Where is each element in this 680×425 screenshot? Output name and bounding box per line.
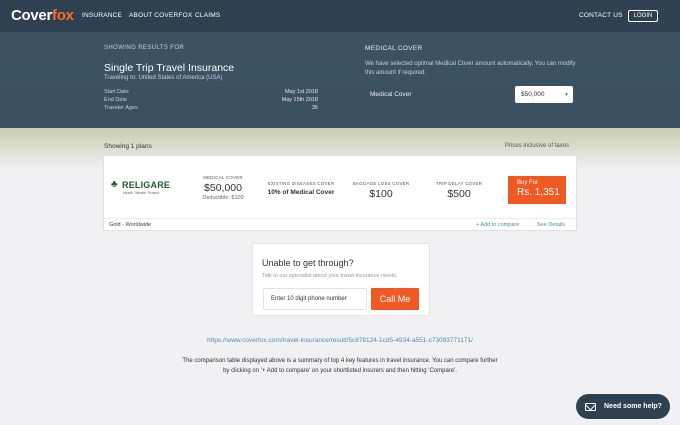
help-chat-button[interactable]: Need some help? [576,394,670,419]
showing-results-label: SHOWING RESULTS FOR [104,45,185,51]
traveler-ages-row: Traveler Ages 35 [104,105,318,111]
medical-cover-select[interactable]: $50,000 ▼ [515,86,573,103]
baggage-loss-value: $100 [369,188,393,200]
medical-cover-title: MEDICAL COVER [365,45,423,52]
trip-delay-label: TRIP DELAY COVER [435,181,483,186]
nav-about-coverfox[interactable]: ABOUT COVERFOX [129,12,192,19]
plans-count: Showing 1 plans [104,143,152,150]
traveler-ages-value: 35 [311,105,318,111]
search-summary-band [0,32,680,130]
end-date-row: End Date May 15th 2018 [104,97,318,103]
medical-cover-col-value: $50,000 [204,182,242,194]
chevron-down-icon: ▼ [564,92,569,98]
buy-button[interactable]: Buy For Rs. 1,351 [508,176,566,204]
traveler-ages-label: Traveler Ages [104,105,138,111]
phone-input[interactable]: Enter 10 digit phone number [263,288,367,310]
card-divider [104,218,576,219]
start-date-label: Start Date [104,89,129,95]
logo-accent: fox [52,7,74,24]
add-to-compare-link[interactable]: + Add to compare [476,222,519,228]
end-date-label: End Date [104,97,127,103]
trip-delay-column: TRIP DELAY COVER $500 [422,181,496,200]
prices-note: Prices inclusive of taxes [505,143,570,149]
nav-contact-us[interactable]: CONTACT US [579,12,623,19]
see-details-link[interactable]: See Details [537,222,565,228]
deductible-text: Deductible: $100 [202,195,244,201]
medical-cover-col-label: MEDICAL COVER [203,175,243,180]
existing-diseases-value: 10% of Medical Cover [267,189,335,196]
comparison-disclaimer: The comparison table displayed above is … [182,358,498,374]
start-date-value: May 1st 2018 [284,89,318,95]
medical-cover-field-label: Medical Cover [370,91,412,98]
mail-icon [585,402,596,411]
leaf-icon: ♣ [111,179,118,190]
callback-box: Unable to get through? Talk to our speci… [252,243,430,316]
existing-diseases-label: EXISTING DISEASES COVER [267,181,335,186]
medical-cover-selected: $50,000 [521,91,545,98]
call-me-button[interactable]: Call Me [371,288,419,310]
start-date-row: Start Date May 1st 2018 [104,89,318,95]
trip-title: Single Trip Travel Insurance [104,62,235,74]
medical-cover-description: We have selected optimal Medical Cover a… [365,61,576,76]
plan-card: ♣ RELIGARE Health. Wealth. Protect. MEDI… [103,155,577,231]
trip-delay-value: $500 [447,188,471,200]
plan-name: Gold - Worldwide [109,222,152,228]
medical-cover-column: MEDICAL COVER $50,000 Deductible: $100 [186,175,260,201]
top-nav: Coverfox INSURANCE ABOUT COVERFOX CLAIMS… [0,0,680,32]
nav-claims[interactable]: CLAIMS [195,12,220,19]
coverfox-logo[interactable]: Coverfox [11,7,74,24]
trip-destination: Traveling to: United States of America (… [104,75,223,81]
callback-subtitle: Talk to our specialist about your travel… [262,273,398,279]
existing-diseases-column: EXISTING DISEASES COVER 10% of Medical C… [264,181,338,196]
help-label: Need some help? [604,403,662,410]
nav-insurance[interactable]: INSURANCE [82,12,122,19]
end-date-value: May 15th 2018 [281,97,318,103]
insurer-logo: ♣ RELIGARE Health. Wealth. Protect. [111,179,171,196]
login-button[interactable]: LOGIN [628,10,658,22]
callback-title: Unable to get through? [262,258,354,268]
insurer-name: RELIGARE [122,180,171,190]
logo-main: Cover [11,7,53,24]
baggage-loss-column: BAGGAGE LOSS COVER $100 [344,181,418,200]
baggage-loss-label: BAGGAGE LOSS COVER [352,181,410,186]
insurer-tagline: Health. Wealth. Protect. [123,191,160,195]
plan-price: Rs. 1,351 [517,187,560,198]
buy-label: Buy For [517,180,539,186]
result-url-link[interactable]: https://www.coverfox.com/travel-insuranc… [0,337,680,344]
